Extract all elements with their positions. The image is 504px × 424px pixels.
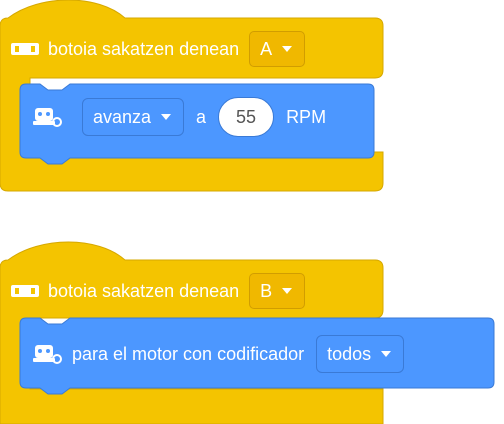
button-dropdown[interactable]: A bbox=[249, 31, 306, 67]
button-hub-icon bbox=[11, 43, 39, 55]
hat-label: botoia sakatzen denean bbox=[48, 38, 240, 59]
script-2: botoia sakatzen denean B para el motor c… bbox=[0, 232, 504, 424]
chevron-down-icon bbox=[381, 351, 392, 357]
button-hub-icon bbox=[11, 285, 39, 297]
motor-row: para el motor con codificador todos bbox=[32, 335, 405, 373]
hat-label: botoia sakatzen denean bbox=[48, 280, 240, 301]
unit-label: RPM bbox=[286, 106, 327, 127]
motor-row: avanza a 55 RPM bbox=[32, 97, 326, 137]
chevron-down-icon bbox=[282, 46, 293, 52]
chevron-down-icon bbox=[282, 288, 293, 294]
connector-text: a bbox=[196, 106, 207, 127]
motor-robot-icon bbox=[33, 345, 62, 364]
motor-stop-block[interactable] bbox=[0, 232, 504, 424]
chevron-down-icon bbox=[161, 114, 172, 120]
button-dropdown-value: A bbox=[260, 38, 273, 59]
direction-dropdown-value: avanza bbox=[93, 106, 152, 127]
script-1: botoia sakatzen denean A avanza a 55 RPM bbox=[0, 0, 390, 200]
speed-input[interactable]: 55 bbox=[218, 97, 275, 137]
hat-row: botoia sakatzen denean B bbox=[10, 273, 306, 309]
stop-motor-label: para el motor con codificador bbox=[72, 343, 305, 364]
motor-select-dropdown[interactable]: todos bbox=[316, 335, 405, 373]
hat-row: botoia sakatzen denean A bbox=[10, 31, 306, 67]
motor-robot-icon bbox=[33, 108, 62, 127]
motor-select-value: todos bbox=[327, 343, 372, 364]
button-dropdown-value: B bbox=[260, 280, 273, 301]
direction-dropdown[interactable]: avanza bbox=[82, 98, 185, 136]
button-dropdown[interactable]: B bbox=[249, 273, 306, 309]
